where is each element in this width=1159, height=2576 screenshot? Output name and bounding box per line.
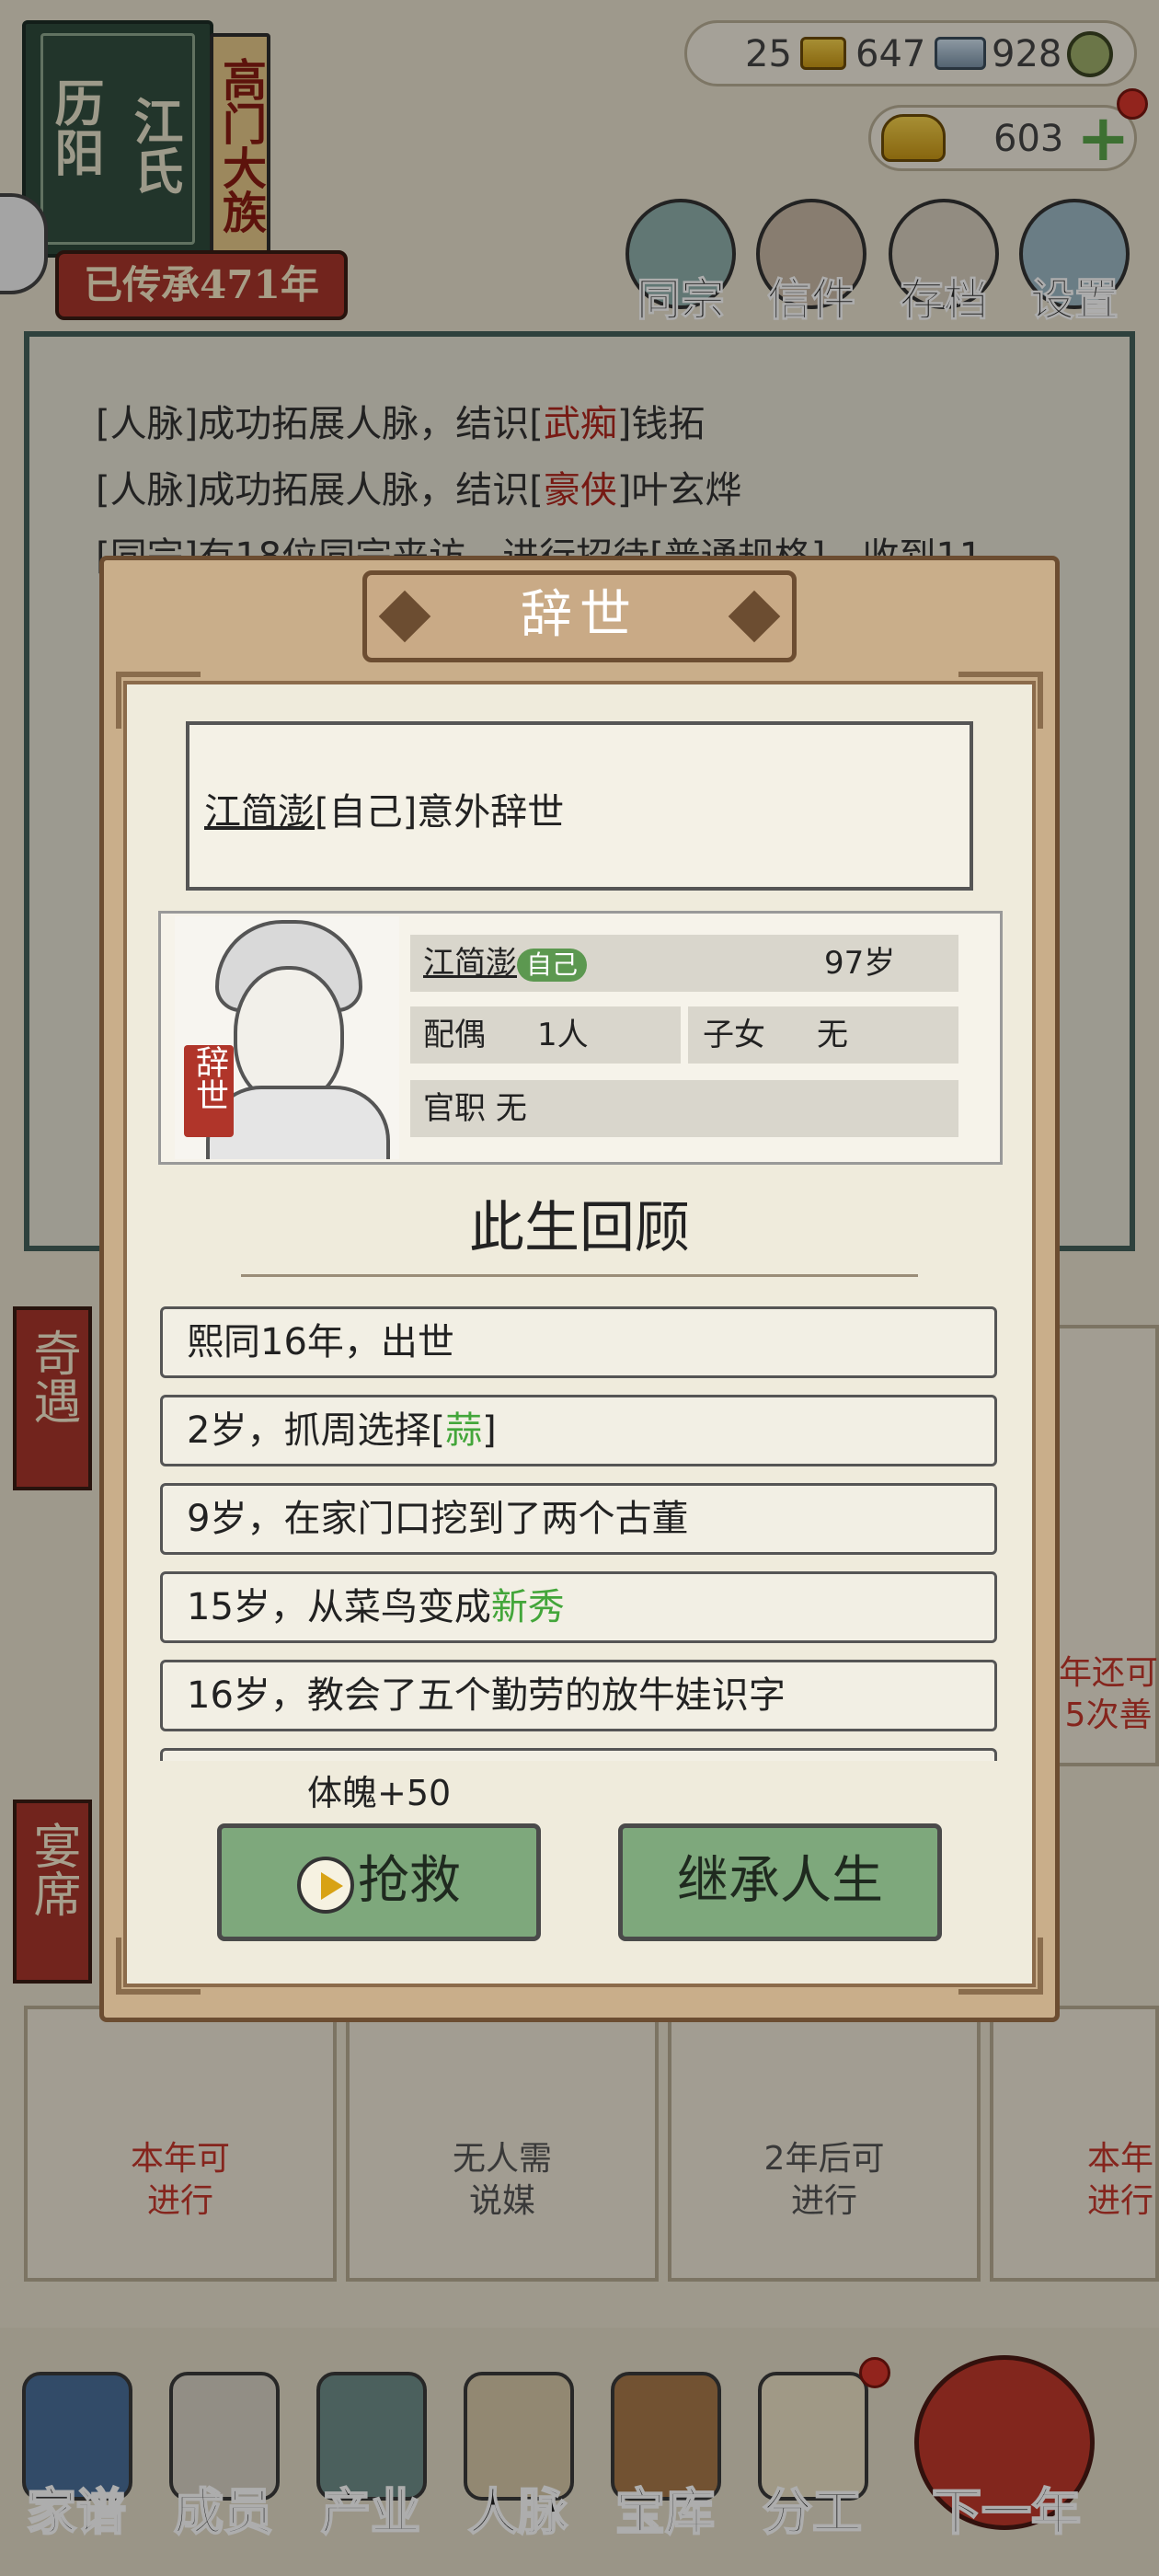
person-name-link[interactable]: 江简澎	[423, 945, 517, 982]
review-item: 9岁，在家门口挖到了两个古董	[160, 1483, 997, 1555]
review-item: 16岁，教会了五个勤劳的放牛娃识字	[160, 1660, 997, 1731]
corner-fret-decoration	[958, 1938, 1043, 1995]
portrait-face	[234, 966, 344, 1104]
corner-fret-decoration	[116, 672, 201, 729]
office-cell: 官职 无	[410, 1080, 958, 1137]
deceased-seal: 辞世	[184, 1045, 234, 1137]
life-review-list[interactable]: 熙同16年，出世 2岁，抓周选择[蒜] 9岁，在家门口挖到了两个古董 15岁，从…	[160, 1306, 997, 1761]
play-ad-icon	[297, 1856, 354, 1914]
life-review-title: 此生回顾	[469, 1196, 690, 1260]
deceased-name-link[interactable]: 江简澎	[204, 791, 315, 834]
review-item	[160, 1748, 997, 1761]
self-badge: 自己	[517, 948, 588, 982]
corner-fret-decoration	[116, 1938, 201, 1995]
review-item: 熙同16年，出世	[160, 1306, 997, 1378]
children-cell: 子女无	[688, 1006, 958, 1064]
review-divider	[241, 1257, 918, 1277]
spouse-cell: 配偶 1人	[410, 1006, 681, 1064]
inherit-button[interactable]: 继承人生	[618, 1823, 942, 1941]
review-item: 2岁，抓周选择[蒜]	[160, 1395, 997, 1466]
portrait-robe	[206, 1086, 390, 1159]
rescue-button[interactable]: 抢救	[217, 1823, 541, 1941]
review-item: 15岁，从菜鸟变成新秀	[160, 1571, 997, 1643]
corner-fret-decoration	[958, 672, 1043, 729]
death-message: 江简澎[自己]意外辞世	[204, 791, 565, 834]
rescue-bonus: 体魄+50	[307, 1773, 452, 1813]
person-age: 97岁	[824, 945, 896, 982]
